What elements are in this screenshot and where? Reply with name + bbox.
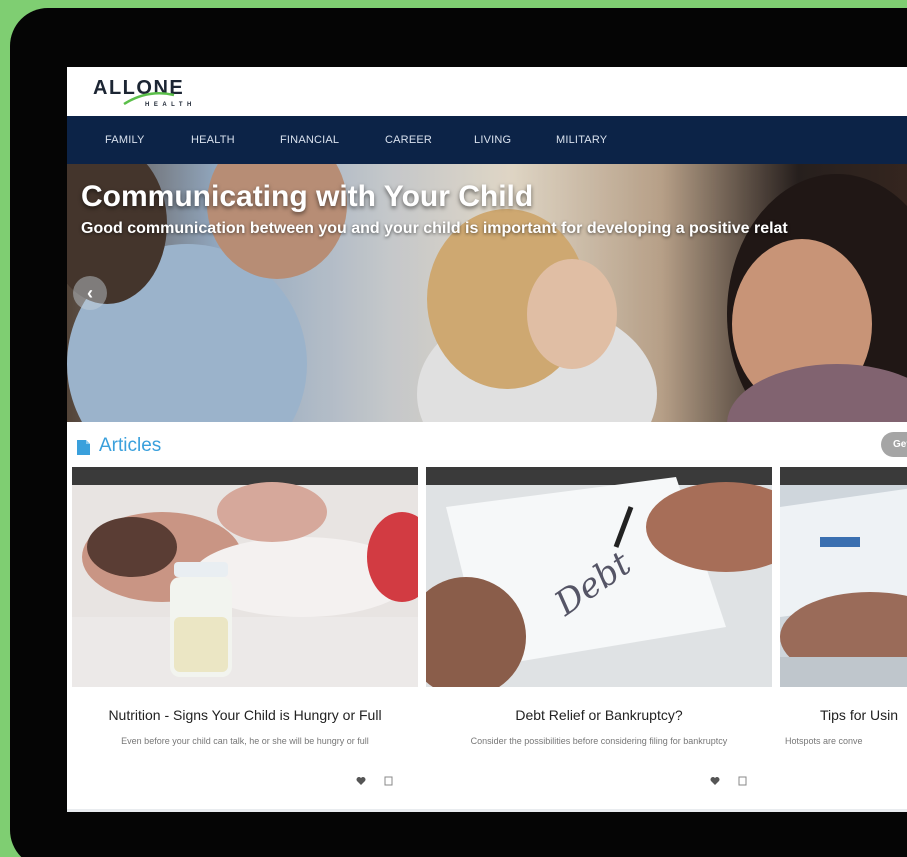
article-description: Consider the possibilities before consid… — [470, 736, 728, 746]
device-bezel: ALLONE HEALTH FAMILY HEALTH FINANCIAL CA… — [10, 8, 907, 857]
article-card-nutrition[interactable]: Nutrition - Signs Your Child is Hungry o… — [72, 467, 418, 812]
nav-item-military[interactable]: MILITARY — [556, 134, 607, 146]
article-image-debt-check[interactable]: Debt — [426, 467, 772, 687]
logo-subtext: HEALTH — [145, 102, 196, 108]
articles-heading: Articles — [99, 435, 162, 456]
browser-screen: ALLONE HEALTH FAMILY HEALTH FINANCIAL CA… — [67, 67, 907, 812]
get-started-button[interactable]: Get I — [881, 432, 907, 457]
carousel-prev-button[interactable]: ‹ — [73, 276, 107, 310]
heart-icon[interactable] — [356, 776, 366, 786]
nav-item-family[interactable]: FAMILY — [105, 134, 145, 146]
article-actions — [356, 776, 406, 790]
bookmark-icon[interactable] — [738, 776, 747, 786]
article-card-hotspots[interactable]: Tips for Usin Hotspots are conve — [780, 467, 907, 812]
page-divider — [67, 809, 907, 812]
article-title[interactable]: Nutrition - Signs Your Child is Hungry o… — [72, 707, 418, 723]
article-description: Even before your child can talk, he or s… — [121, 736, 369, 746]
nav-item-health[interactable]: HEALTH — [191, 134, 235, 146]
allone-health-logo[interactable]: ALLONE HEALTH — [93, 77, 253, 113]
article-description: Hotspots are conve — [785, 736, 863, 746]
chevron-left-icon: ‹ — [87, 282, 93, 303]
heart-icon[interactable] — [710, 776, 720, 786]
hero-title[interactable]: Communicating with Your Child — [81, 180, 533, 214]
article-title[interactable]: Tips for Usin — [820, 707, 907, 723]
article-image-laptop[interactable] — [780, 467, 907, 687]
nav-item-financial[interactable]: FINANCIAL — [280, 134, 339, 146]
article-actions — [710, 776, 760, 790]
article-image-baby-bottle[interactable] — [72, 467, 418, 687]
site-header: ALLONE HEALTH — [67, 67, 907, 117]
article-card-debt[interactable]: Debt Debt Relief or Bankruptcy? Consider… — [426, 467, 772, 812]
bookmark-icon[interactable] — [384, 776, 393, 786]
main-nav: FAMILY HEALTH FINANCIAL CAREER LIVING MI… — [67, 116, 907, 164]
hero-subtitle: Good communication between you and your … — [81, 220, 788, 237]
hero-carousel[interactable]: Communicating with Your Child Good commu… — [67, 164, 907, 422]
nav-item-career[interactable]: CAREER — [385, 134, 432, 146]
article-title[interactable]: Debt Relief or Bankruptcy? — [426, 707, 772, 723]
document-icon — [77, 440, 90, 455]
nav-item-living[interactable]: LIVING — [474, 134, 511, 146]
